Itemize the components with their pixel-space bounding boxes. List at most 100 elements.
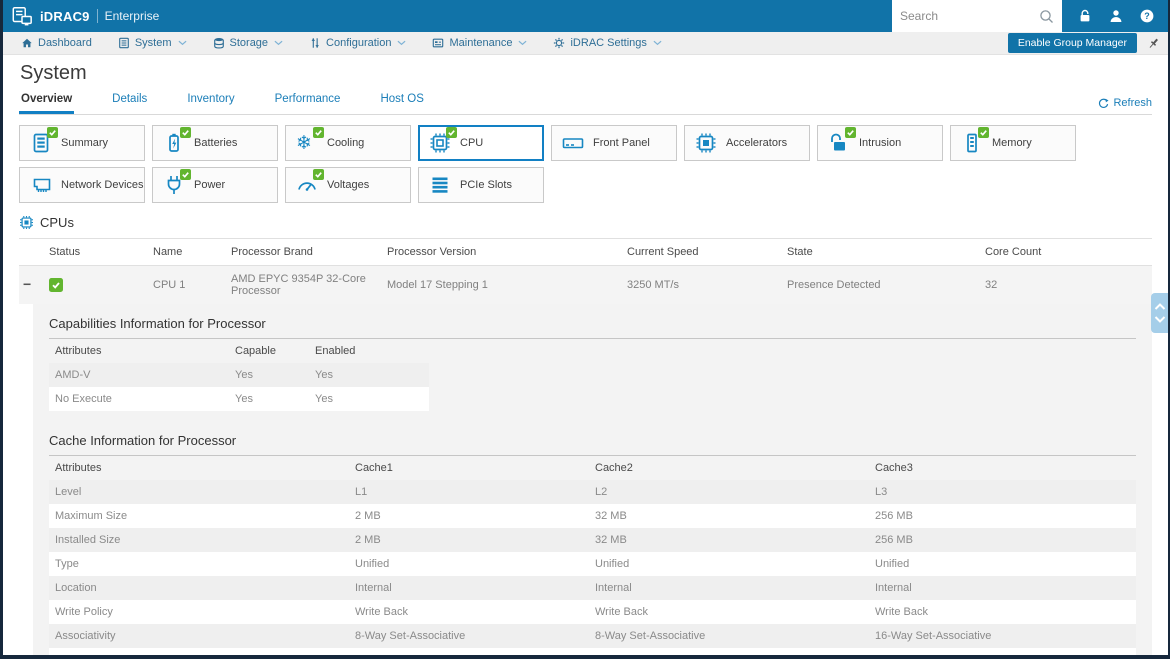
cpus-table-header: Status Name Processor Brand Processor Ve… [19, 238, 1152, 266]
tile-row-1: Summary Batteries ❄ Cooling CPU Front Pa… [19, 125, 1152, 161]
network-card-icon [33, 178, 51, 192]
menu-item-dashboard[interactable]: Dashboard [21, 37, 92, 49]
healthy-check-icon [313, 127, 324, 138]
server-monitor-icon [12, 7, 32, 26]
cache-table: Attributes Cache1 Cache2 Cache3 Level L1 L… [49, 456, 1136, 655]
pin-icon[interactable] [1147, 37, 1160, 50]
table-row: Error Correction TypeParityMultiple-bit … [49, 648, 1136, 655]
chevron-down-icon [178, 40, 187, 46]
cache-block: Cache Information for Processor Attribut… [49, 433, 1136, 655]
table-row: No Execute Yes Yes [49, 387, 429, 411]
refresh-button[interactable]: Refresh [1098, 97, 1152, 114]
sliders-icon [311, 38, 319, 48]
healthy-check-icon [180, 169, 191, 180]
status-ok-icon [49, 278, 63, 292]
cpu-section-icon [20, 216, 33, 229]
page-title: System [20, 62, 87, 84]
healthy-check-icon [47, 127, 58, 138]
system-icon [118, 37, 129, 49]
healthy-check-icon [845, 127, 856, 138]
search-input[interactable] [900, 9, 1039, 23]
snowflake-icon: ❄ [296, 132, 312, 154]
tile-front-panel[interactable]: Front Panel [551, 125, 677, 161]
cpu-detail-panel: Capabilities Information for Processor A… [33, 304, 1152, 655]
table-row: Level L1 L2 L3 [49, 480, 1136, 504]
cpu-speed: 3250 MT/s [623, 265, 783, 304]
scroll-down-icon[interactable] [1154, 315, 1166, 324]
cpu-name: CPU 1 [149, 265, 227, 304]
search-box [892, 0, 1062, 32]
tile-memory[interactable]: Memory [950, 125, 1076, 161]
topbar-right: ? [892, 0, 1168, 32]
table-row: Maximum Size 2 MB 32 MB 256 MB [49, 504, 1136, 528]
tab-details[interactable]: Details [110, 91, 149, 114]
brand-divider [96, 9, 98, 23]
healthy-check-icon [446, 127, 457, 138]
menu-item-configuration[interactable]: Configuration [309, 37, 406, 49]
maintenance-icon [433, 38, 444, 48]
search-icon[interactable] [1039, 9, 1054, 24]
tab-host-os[interactable]: Host OS [378, 91, 425, 114]
tile-pcie-slots[interactable]: PCIe Slots [418, 167, 544, 203]
gear-icon [554, 37, 565, 49]
cpus-section-header: CPUs [19, 215, 1152, 230]
top-bar: iDRAC9 Enterprise Search ? [3, 0, 1168, 32]
collapse-row-icon[interactable]: − [23, 276, 31, 292]
cache-title: Cache Information for Processor [49, 433, 1136, 456]
tab-inventory[interactable]: Inventory [185, 91, 236, 114]
tile-accelerators[interactable]: Accelerators [684, 125, 810, 161]
capabilities-header: Attributes Capable Enabled [55, 345, 356, 357]
tile-network-devices[interactable]: Network Devices [19, 167, 145, 203]
table-row: Type Unified Unified Unified [49, 552, 1136, 576]
tile-intrusion[interactable]: Intrusion [817, 125, 943, 161]
tile-batteries[interactable]: Batteries [152, 125, 278, 161]
help-icon[interactable]: ? [1140, 9, 1154, 23]
menubar-right: Enable Group Manager [1007, 33, 1160, 53]
pcie-slots-icon [432, 177, 448, 193]
tab-performance[interactable]: Performance [273, 91, 343, 114]
quick-scroll-widget [1151, 293, 1168, 333]
tile-voltages[interactable]: Voltages [285, 167, 411, 203]
healthy-check-icon [180, 127, 191, 138]
capabilities-title: Capabilities Information for Processor [49, 316, 1136, 339]
main-menu: Dashboard System Storage Configuration M… [3, 32, 1168, 55]
cpus-section: CPUs Status Name Processor Brand Process… [19, 215, 1152, 655]
svg-text:?: ? [1144, 11, 1150, 21]
enable-group-manager-button[interactable]: Enable Group Manager [1007, 33, 1137, 53]
tab-overview[interactable]: Overview [19, 91, 75, 114]
topbar-icons: ? [1062, 9, 1168, 23]
brand-edition: Enterprise [104, 9, 160, 23]
cpu-brand: AMD EPYC 9354P 32-Core Processor [227, 265, 383, 304]
tile-cpu[interactable]: CPU [418, 125, 544, 161]
cpu-cores: 32 [981, 265, 1152, 304]
chevron-down-icon [653, 40, 662, 46]
table-row: Associativity 8-Way Set-Associative 8-Way … [49, 624, 1136, 648]
chevron-down-icon [518, 40, 527, 46]
refresh-icon [1099, 98, 1109, 108]
chevron-down-icon [274, 40, 283, 46]
menu-item-idrac-settings[interactable]: iDRAC Settings [553, 37, 662, 49]
user-icon[interactable] [1109, 9, 1123, 23]
health-tiles: Summary Batteries ❄ Cooling CPU Front Pa… [19, 125, 1152, 203]
menu-item-system[interactable]: System [118, 37, 187, 49]
accelerator-chip-icon [696, 133, 716, 153]
table-row: Installed Size 2 MB 32 MB 256 MB [49, 528, 1136, 552]
home-icon [22, 38, 32, 48]
scroll-up-icon[interactable] [1154, 302, 1166, 311]
cpu-row: − CPU 1 AMD EPYC 9354P 32-Core Processor… [19, 265, 1152, 304]
brand-name: iDRAC9 [40, 8, 90, 24]
cpu-state: Presence Detected [783, 265, 981, 304]
table-row: AMD-V Yes Yes [49, 363, 429, 387]
idrac-logo: iDRAC9 Enterprise [11, 5, 159, 27]
menu-item-maintenance[interactable]: Maintenance [432, 37, 527, 49]
table-row: Write Policy Write Back Write Back Write Ba… [49, 600, 1136, 624]
tile-power[interactable]: Power [152, 167, 278, 203]
tile-summary[interactable]: Summary [19, 125, 145, 161]
cpus-section-title: CPUs [40, 215, 74, 230]
healthy-check-icon [978, 127, 989, 138]
cpu-version: Model 17 Stepping 1 [383, 265, 623, 304]
menu-item-storage[interactable]: Storage [213, 37, 284, 49]
tile-cooling[interactable]: ❄ Cooling [285, 125, 411, 161]
cpus-table: Status Name Processor Brand Processor Ve… [19, 238, 1152, 304]
unlock-icon[interactable] [1078, 9, 1092, 23]
